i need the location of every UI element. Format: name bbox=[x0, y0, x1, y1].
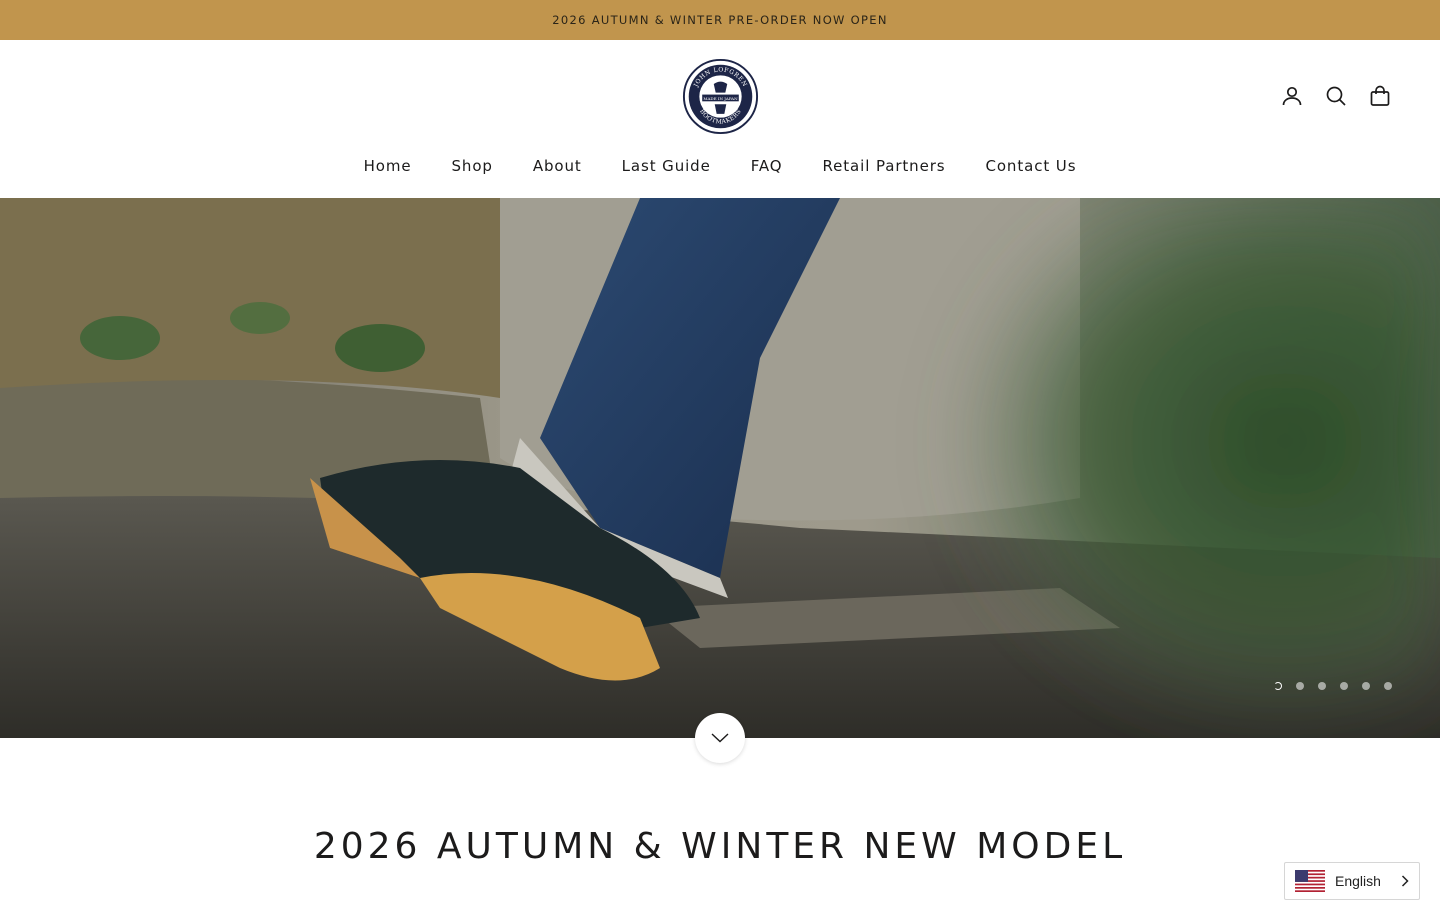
slide-dot-2[interactable] bbox=[1296, 682, 1304, 690]
nav-faq[interactable]: FAQ bbox=[751, 155, 783, 177]
search-icon[interactable] bbox=[1324, 84, 1348, 108]
language-selector[interactable]: English bbox=[1284, 862, 1420, 900]
hero-slideshow[interactable] bbox=[0, 198, 1440, 738]
hero-image bbox=[0, 198, 1440, 738]
nav-retail-partners[interactable]: Retail Partners bbox=[823, 155, 946, 177]
nav-shop[interactable]: Shop bbox=[451, 155, 492, 177]
cart-icon[interactable] bbox=[1368, 84, 1392, 108]
slide-dot-3[interactable] bbox=[1318, 682, 1326, 690]
nav-contact-us[interactable]: Contact Us bbox=[985, 155, 1076, 177]
slide-dot-4[interactable] bbox=[1340, 682, 1348, 690]
brand-logo: JOHN LOFGREN BOOTMAKERS MADE IN JAPAN bbox=[682, 58, 759, 135]
nav-about[interactable]: About bbox=[533, 155, 582, 177]
nav-last-guide[interactable]: Last Guide bbox=[622, 155, 711, 177]
slide-dot-1[interactable] bbox=[1274, 682, 1282, 690]
main-nav: Home Shop About Last Guide FAQ Retail Pa… bbox=[0, 155, 1440, 177]
scroll-down-button[interactable] bbox=[695, 713, 745, 763]
slide-dot-5[interactable] bbox=[1362, 682, 1370, 690]
us-flag-icon bbox=[1295, 870, 1325, 892]
announcement-text: 2026 AUTUMN & WINTER PRE-ORDER NOW OPEN bbox=[552, 13, 888, 27]
site-header: JOHN LOFGREN BOOTMAKERS MADE IN JAPAN Ho… bbox=[0, 40, 1440, 198]
slide-dot-6[interactable] bbox=[1384, 682, 1392, 690]
chevron-down-icon bbox=[711, 733, 729, 743]
header-actions bbox=[1280, 84, 1392, 108]
chevron-right-icon bbox=[1401, 875, 1409, 887]
language-label: English bbox=[1335, 873, 1381, 889]
logo-text-middle: MADE IN JAPAN bbox=[703, 96, 738, 101]
announcement-bar: 2026 AUTUMN & WINTER PRE-ORDER NOW OPEN bbox=[0, 0, 1440, 40]
nav-home[interactable]: Home bbox=[364, 155, 412, 177]
slideshow-dots bbox=[1274, 682, 1392, 690]
section-title: 2026 AUTUMN & WINTER NEW MODEL bbox=[313, 826, 1127, 867]
account-icon[interactable] bbox=[1280, 84, 1304, 108]
